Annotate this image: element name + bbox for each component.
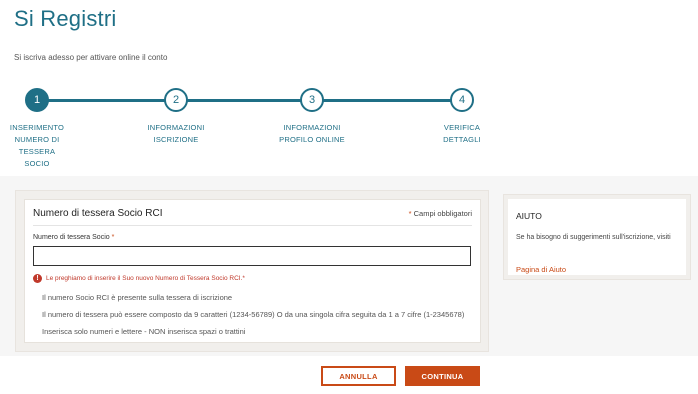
step-4-circle: 4: [450, 88, 474, 112]
step-3-circle: 3: [300, 88, 324, 112]
member-number-label: Numero di tessera Socio *: [33, 234, 115, 241]
step-1-label: INSERIMENTO NUMERO DI TESSERA SOCIO: [9, 123, 65, 168]
member-number-form-card: Numero di tessera Socio RCI * Campi obbl…: [15, 190, 489, 352]
error-text: Le preghiamo di inserire il Suo nuovo Nu…: [46, 275, 245, 282]
step-3-label: INFORMAZIONI PROFILO ONLINE: [279, 123, 345, 144]
member-number-input[interactable]: [33, 246, 471, 266]
page-title: Si Registri: [14, 6, 117, 31]
help-text: Se ha bisogno di suggerimenti sull'iscri…: [516, 234, 671, 241]
form-divider: [33, 225, 472, 226]
step-4-label: VERIFICA DETTAGLI: [443, 123, 481, 144]
step-2-circle: 2: [164, 88, 188, 112]
continue-button[interactable]: CONTINUA: [405, 366, 480, 386]
hint-text: Il numero Socio RCI è presente sulla tes…: [42, 293, 233, 302]
help-title: AIUTO: [516, 211, 542, 221]
form-heading: Numero di tessera Socio RCI: [33, 208, 163, 219]
hint-text: Inserisca solo numeri e lettere - NON in…: [42, 327, 246, 336]
step-2: 2 INFORMAZIONI ISCRIZIONE: [136, 88, 216, 146]
step-3: 3 INFORMAZIONI PROFILO ONLINE: [272, 88, 352, 146]
required-fields-note: * Campi obbligatori: [408, 209, 472, 218]
stepper-line: [36, 99, 460, 102]
hint-text: Il numero di tessera può essere composto…: [42, 310, 465, 319]
required-asterisk: *: [111, 234, 115, 241]
member-number-form: Numero di tessera Socio RCI * Campi obbl…: [24, 199, 481, 343]
help-card: AIUTO Se ha bisogno di suggerimenti sull…: [503, 194, 691, 280]
page-subtitle: Si iscriva adesso per attivare online il…: [14, 53, 168, 62]
step-1: 1 INSERIMENTO NUMERO DI TESSERA SOCIO: [0, 88, 77, 170]
registration-stepper: 1 INSERIMENTO NUMERO DI TESSERA SOCIO 2 …: [0, 88, 698, 178]
error-icon: !: [33, 274, 42, 283]
error-message: ! Le preghiamo di inserire il Suo nuovo …: [33, 274, 245, 283]
step-4: 4 VERIFICA DETTAGLI: [422, 88, 502, 146]
cancel-button[interactable]: ANNULLA: [321, 366, 396, 386]
help-page-link[interactable]: Pagina di Aiuto: [516, 265, 566, 274]
step-2-label: INFORMAZIONI ISCRIZIONE: [147, 123, 205, 144]
step-1-circle: 1: [25, 88, 49, 112]
required-asterisk: *: [408, 209, 412, 218]
help-panel: AIUTO Se ha bisogno di suggerimenti sull…: [508, 199, 686, 275]
